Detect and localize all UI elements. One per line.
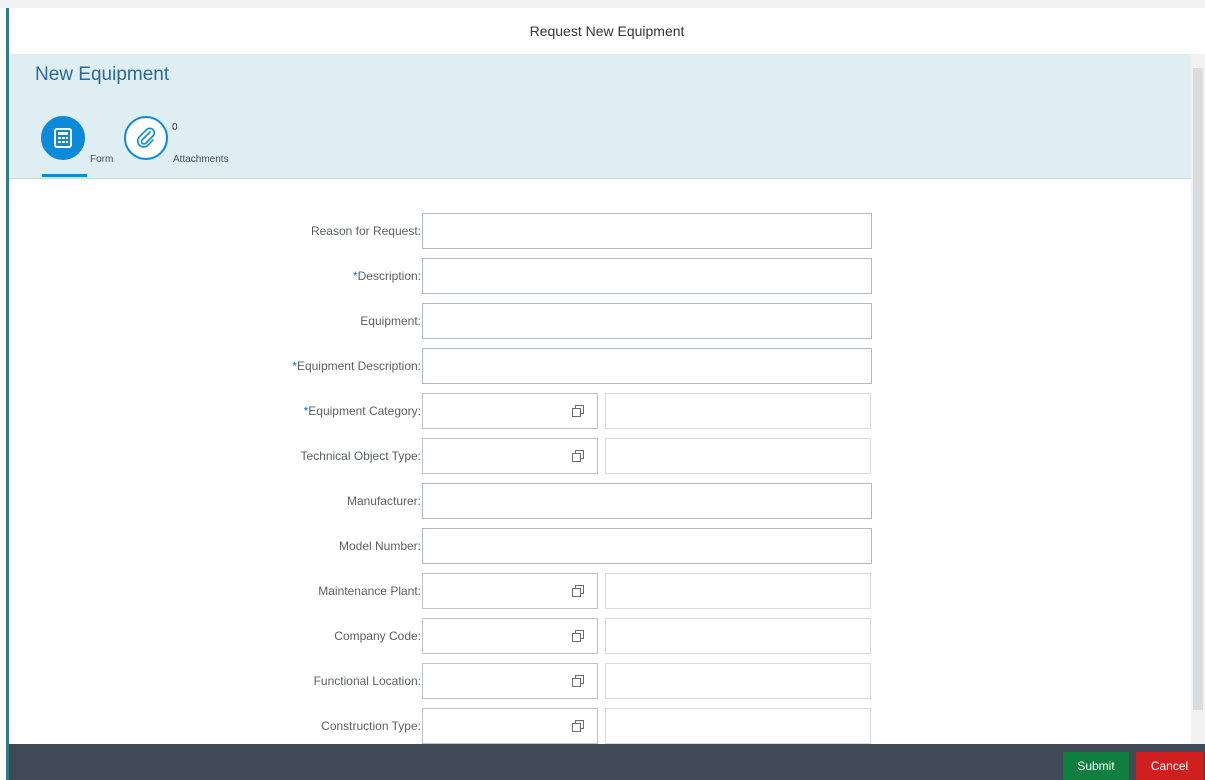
value-help-input[interactable] <box>422 573 598 609</box>
form-row: Functional Location: <box>9 663 1191 699</box>
field-label: Construction Type: <box>321 708 421 744</box>
tab-attachments-label: Attachments <box>173 154 229 165</box>
text-input[interactable] <box>422 258 872 294</box>
value-help-icon[interactable] <box>571 449 585 463</box>
paperclip-icon <box>124 116 168 160</box>
form-row: Manufacturer: <box>9 483 1191 519</box>
field-label-text: Equipment Description: <box>296 359 421 373</box>
field-label: Manufacturer: <box>347 483 421 519</box>
request-dialog: Request New Equipment New Equipment Form <box>9 8 1205 780</box>
field-label: Company Code: <box>334 618 421 654</box>
text-input[interactable] <box>422 528 872 564</box>
form-row: Maintenance Plant: <box>9 573 1191 609</box>
value-help-icon[interactable] <box>571 404 585 418</box>
field-label: Model Number: <box>339 528 421 564</box>
field-label-text: Reason for Request: <box>310 224 421 238</box>
dialog-title: Request New Equipment <box>9 8 1205 55</box>
form-row: Model Number: <box>9 528 1191 564</box>
field-label: *Equipment Category: <box>304 393 421 429</box>
form-icon <box>41 116 85 160</box>
value-help-input[interactable] <box>422 393 598 429</box>
cancel-button[interactable]: Cancel <box>1136 752 1203 780</box>
field-label-text: Description: <box>357 269 421 283</box>
field-label-text: Company Code: <box>334 629 421 643</box>
form-row: *Description: <box>9 258 1191 294</box>
text-input[interactable] <box>422 483 872 519</box>
form-row: Technical Object Type: <box>9 438 1191 474</box>
description-output <box>605 438 871 474</box>
value-help-input[interactable] <box>422 438 598 474</box>
form-row: *Equipment Category: <box>9 393 1191 429</box>
value-help-icon[interactable] <box>571 719 585 733</box>
form-row: Construction Type: <box>9 708 1191 744</box>
submit-button[interactable]: Submit <box>1063 752 1129 780</box>
field-label: *Description: <box>353 258 421 294</box>
description-output <box>605 618 871 654</box>
object-header: New Equipment Form 0 Attachments <box>9 54 1205 179</box>
field-label: Technical Object Type: <box>300 438 421 474</box>
page-title: New Equipment <box>35 64 170 85</box>
field-label: Functional Location: <box>314 663 421 699</box>
value-help-icon[interactable] <box>571 629 585 643</box>
value-help-icon[interactable] <box>571 674 585 688</box>
value-help-icon[interactable] <box>571 584 585 598</box>
left-edge-bar <box>0 8 9 780</box>
field-label-text: Equipment: <box>360 314 421 328</box>
form-row: Company Code: <box>9 618 1191 654</box>
field-label-text: Maintenance Plant: <box>318 584 421 598</box>
window-top-strip <box>0 0 1205 8</box>
text-input[interactable] <box>422 303 872 339</box>
attachments-count: 0 <box>172 122 178 133</box>
field-label: Reason for Request: <box>311 213 421 249</box>
scrollbar-thumb[interactable] <box>1193 68 1203 710</box>
value-help-input[interactable] <box>422 663 598 699</box>
description-output <box>605 663 871 699</box>
field-label-text: Construction Type: <box>321 719 421 733</box>
description-output <box>605 393 871 429</box>
value-help-input[interactable] <box>422 708 598 744</box>
form-row: Reason for Request: <box>9 213 1191 249</box>
field-label-text: Equipment Category: <box>308 404 421 418</box>
text-input[interactable] <box>422 348 872 384</box>
form-row: *Equipment Description: <box>9 348 1191 384</box>
field-label-text: Manufacturer: <box>346 494 421 508</box>
tab-form-label: Form <box>90 154 114 165</box>
field-label: *Equipment Description: <box>292 348 421 384</box>
form-row: Equipment: <box>9 303 1191 339</box>
value-help-input[interactable] <box>422 618 598 654</box>
description-output <box>605 573 871 609</box>
field-label: Equipment: <box>360 303 421 339</box>
field-label-text: Technical Object Type: <box>300 449 421 463</box>
selected-tab-indicator <box>42 174 87 177</box>
description-output <box>605 708 871 744</box>
text-input[interactable] <box>422 213 872 249</box>
field-label-text: Model Number: <box>338 539 421 553</box>
field-label-text: Functional Location: <box>313 674 421 688</box>
form-content: Reason for Request: *Description: Equipmen… <box>9 179 1191 744</box>
dialog-footer: Submit Cancel <box>9 744 1205 780</box>
field-label: Maintenance Plant: <box>318 573 421 609</box>
